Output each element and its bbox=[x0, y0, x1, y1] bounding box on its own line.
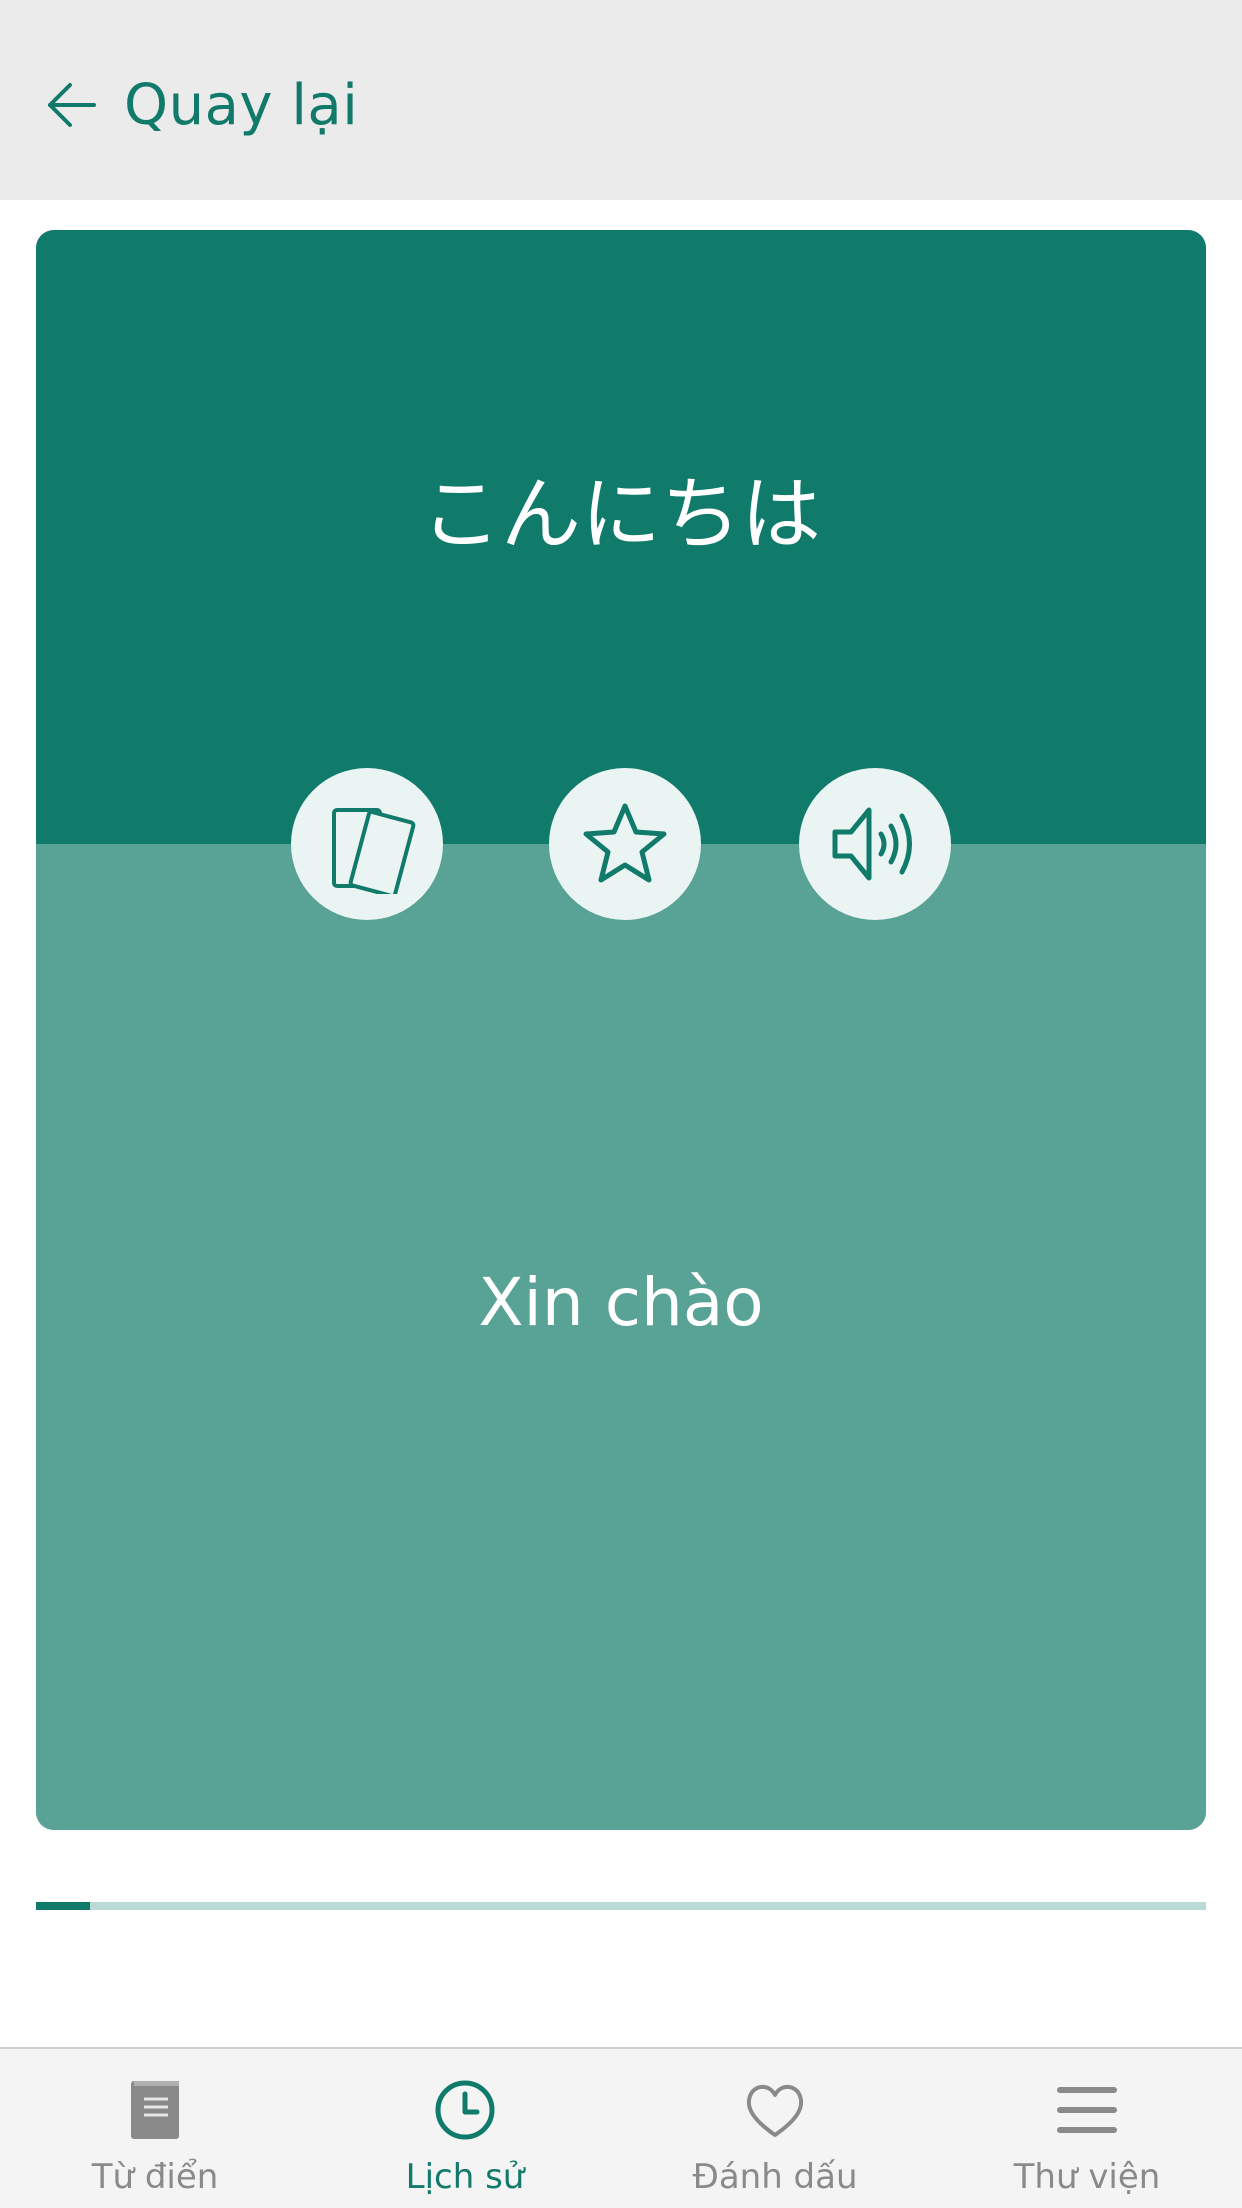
flip-card-button[interactable] bbox=[291, 768, 443, 920]
tab-dictionary[interactable]: Từ điển bbox=[0, 2049, 310, 2208]
flip-cards-icon bbox=[332, 808, 416, 894]
flashcard[interactable]: こんにちは Xin chào bbox=[36, 230, 1206, 1830]
clock-icon bbox=[435, 2080, 495, 2140]
flashcard-back-text: Xin chào bbox=[478, 1264, 764, 1341]
tab-history[interactable]: Lịch sử bbox=[310, 2049, 620, 2208]
favorite-star-button[interactable] bbox=[549, 768, 701, 920]
app-screen: Quay lại こんにちは Xin chào Từ điển Lịch sử … bbox=[0, 0, 1242, 2208]
play-sound-button[interactable] bbox=[799, 768, 951, 920]
flashcard-front: こんにちは bbox=[36, 230, 1206, 844]
tab-library-label: Thư viện bbox=[1013, 2157, 1161, 2197]
flashcard-back: Xin chào bbox=[36, 844, 1206, 1830]
speaker-icon bbox=[832, 807, 912, 881]
navigation-header: Quay lại bbox=[0, 0, 1242, 200]
progress-bar bbox=[36, 1902, 1206, 1910]
flashcard-front-text: こんにちは bbox=[421, 468, 821, 561]
tab-library[interactable]: Thư viện bbox=[932, 2049, 1242, 2208]
progress-bar-fill bbox=[36, 1902, 90, 1910]
back-button[interactable]: Quay lại bbox=[44, 60, 358, 150]
back-arrow-icon bbox=[48, 83, 96, 127]
star-icon bbox=[583, 803, 667, 883]
tab-dictionary-label: Từ điển bbox=[91, 2157, 219, 2197]
dictionary-book-icon bbox=[131, 2081, 179, 2139]
tab-history-label: Lịch sử bbox=[405, 2157, 525, 2197]
back-label: Quay lại bbox=[124, 72, 359, 138]
heart-icon bbox=[746, 2084, 804, 2137]
tab-bookmark-label: Đánh dấu bbox=[692, 2157, 858, 2197]
menu-lines-icon bbox=[1057, 2087, 1117, 2133]
bottom-tab-bar: Từ điển Lịch sử Đánh dấu Thư viện bbox=[0, 2047, 1242, 2208]
tab-bookmark[interactable]: Đánh dấu bbox=[620, 2049, 930, 2208]
